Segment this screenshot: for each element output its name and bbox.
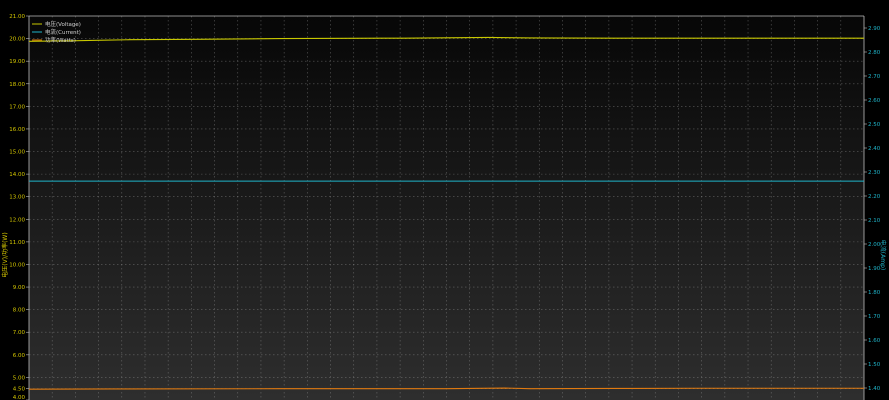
left-tick-label: 11.00	[9, 240, 25, 246]
left-tick-label: 4.50	[13, 387, 26, 393]
left-tick-label: 12.00	[9, 217, 25, 223]
left-tick-label: 13.00	[9, 195, 25, 201]
legend: 电压(Voltage)电流(Current)功率(Watts)	[32, 20, 81, 44]
left-tick-label: 20.00	[9, 37, 25, 43]
right-tick-label: 1.90	[868, 266, 881, 272]
right-tick-label: 1.70	[868, 314, 881, 320]
left-tick-label: 15.00	[9, 150, 25, 156]
line-chart: 4.00 4.50 5.00 6.00 7.00 8.00 9.00 10.00 11.00 12…	[0, 0, 889, 400]
right-tick-label: 2.70	[868, 74, 881, 80]
right-tick-label: 2.80	[868, 50, 881, 56]
right-tick-label: 1.50	[868, 362, 881, 368]
left-tick-label: 4.00	[13, 395, 26, 400]
right-tick-label: 2.40	[868, 146, 881, 152]
left-tick-label: 19.00	[9, 59, 25, 65]
right-tick-label: 2.20	[868, 194, 881, 200]
left-tick-label: 9.00	[13, 285, 26, 291]
left-tick-label: 14.00	[9, 172, 25, 178]
right-tick-label: 2.30	[868, 170, 881, 176]
left-tick-label: 18.00	[9, 82, 25, 88]
right-tick-label: 1.60	[868, 338, 881, 344]
left-axis-title: 电压(V)/功率(W)	[1, 232, 9, 277]
legend-label-1: 电压(Voltage)	[45, 20, 81, 28]
chart-container: 4.00 4.50 5.00 6.00 7.00 8.00 9.00 10.00 11.00 12…	[0, 0, 889, 400]
left-tick-label: 6.00	[13, 353, 26, 359]
right-tick-label: 1.40	[868, 386, 881, 392]
left-tick-label: 5.00	[13, 375, 26, 381]
right-axis-title: 电流(Amp)	[879, 240, 887, 270]
right-tick-label: 2.10	[868, 218, 881, 224]
left-tick-label: 7.00	[13, 330, 26, 336]
left-tick-label: 10.00	[9, 262, 25, 268]
right-tick-label: 2.90	[868, 26, 881, 32]
legend-label-3: 功率(Watts)	[45, 36, 76, 44]
left-tick-label: 17.00	[9, 104, 25, 110]
right-tick-label: 1.80	[868, 290, 881, 296]
right-tick-label: 2.00	[868, 242, 881, 248]
left-tick-label: 21.00	[9, 14, 25, 20]
right-tick-label: 2.60	[868, 98, 881, 104]
right-tick-label: 2.50	[868, 122, 881, 128]
left-tick-label: 16.00	[9, 127, 25, 133]
left-tick-label: 8.00	[13, 308, 26, 314]
legend-label-2: 电流(Current)	[45, 28, 81, 36]
